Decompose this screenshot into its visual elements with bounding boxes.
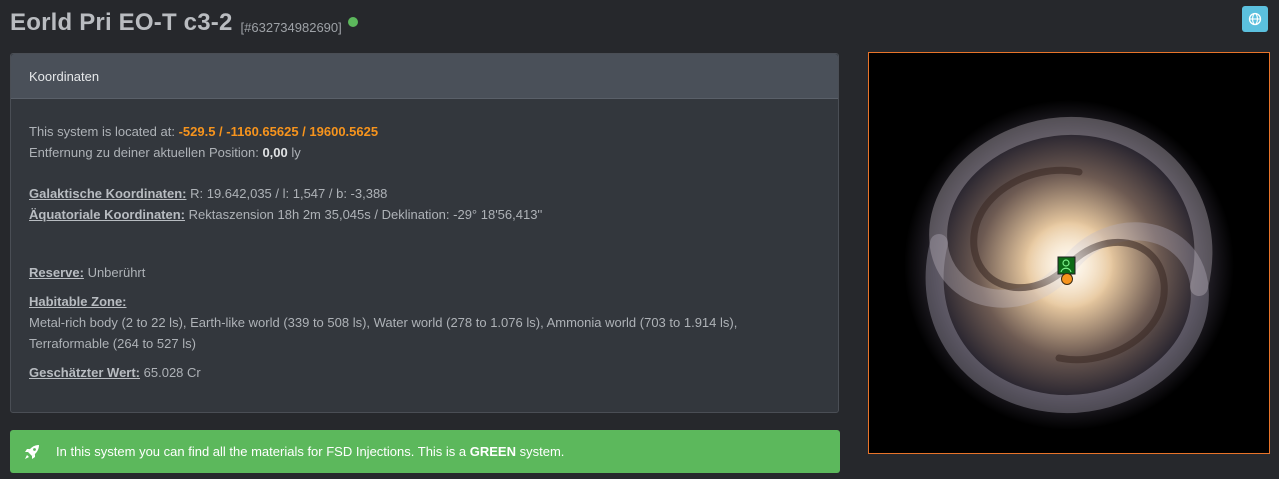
globe-button[interactable] xyxy=(1242,6,1268,32)
page-header: Eorld Pri EO-T c3-2 [#632734982690] xyxy=(10,6,358,40)
system-id: [#632734982690] xyxy=(240,19,342,35)
habitable-label-line: Habitable Zone: xyxy=(29,291,820,312)
equatorial-label: Äquatoriale Koordinaten: xyxy=(29,207,186,222)
galaxy-map-image xyxy=(869,53,1269,453)
alert-text: In this system you can find all the mate… xyxy=(56,444,565,459)
habitable-line-1: Metal-rich body (2 to 22 ls), Earth-like… xyxy=(29,315,738,330)
rocket-icon xyxy=(22,441,44,463)
distance-value: 0,00 xyxy=(262,145,288,160)
coordinates-panel: Koordinaten This system is located at: -… xyxy=(10,53,839,413)
location-line: This system is located at: -529.5 / -116… xyxy=(29,121,820,142)
reserve-line: Reserve: Unberührt xyxy=(29,262,820,283)
green-system-alert: In this system you can find all the mate… xyxy=(10,430,840,473)
page-title: Eorld Pri EO-T c3-2 xyxy=(10,9,233,36)
distance-unit: ly xyxy=(291,145,301,160)
value-value: 65.028 Cr xyxy=(143,365,201,380)
galactic-label: Galaktische Koordinaten: xyxy=(29,186,187,201)
globe-icon xyxy=(1248,12,1262,26)
reserve-value: Unberührt xyxy=(87,265,146,280)
galactic-value: R: 19.642,035 / l: 1,547 / b: -3,388 xyxy=(190,186,388,201)
located-prefix: This system is located at: xyxy=(29,124,175,139)
equatorial-value: Rektaszension 18h 2m 35,045s / Deklinati… xyxy=(188,207,543,222)
equatorial-line: Äquatoriale Koordinaten: Rektaszension 1… xyxy=(29,204,820,225)
habitable-label: Habitable Zone: xyxy=(29,294,127,309)
galactic-line: Galaktische Koordinaten: R: 19.642,035 /… xyxy=(29,183,820,204)
distance-line: Entfernung zu deiner aktuellen Position:… xyxy=(29,142,820,163)
galaxy-map[interactable] xyxy=(868,52,1270,454)
panel-body: This system is located at: -529.5 / -116… xyxy=(11,99,838,383)
distance-prefix: Entfernung zu deiner aktuellen Position: xyxy=(29,145,259,160)
value-label: Geschätzter Wert: xyxy=(29,365,141,380)
coordinates-value: -529.5 / -1160.65625 / 19600.5625 xyxy=(178,124,379,139)
status-dot xyxy=(347,17,358,27)
value-line: Geschätzter Wert: 65.028 Cr xyxy=(29,362,820,383)
alert-green-word: GREEN xyxy=(469,444,516,459)
reserve-label: Reserve: xyxy=(29,265,84,280)
habitable-line-2: Terraformable (264 to 527 ls) xyxy=(29,336,196,351)
panel-heading: Koordinaten xyxy=(11,54,838,99)
